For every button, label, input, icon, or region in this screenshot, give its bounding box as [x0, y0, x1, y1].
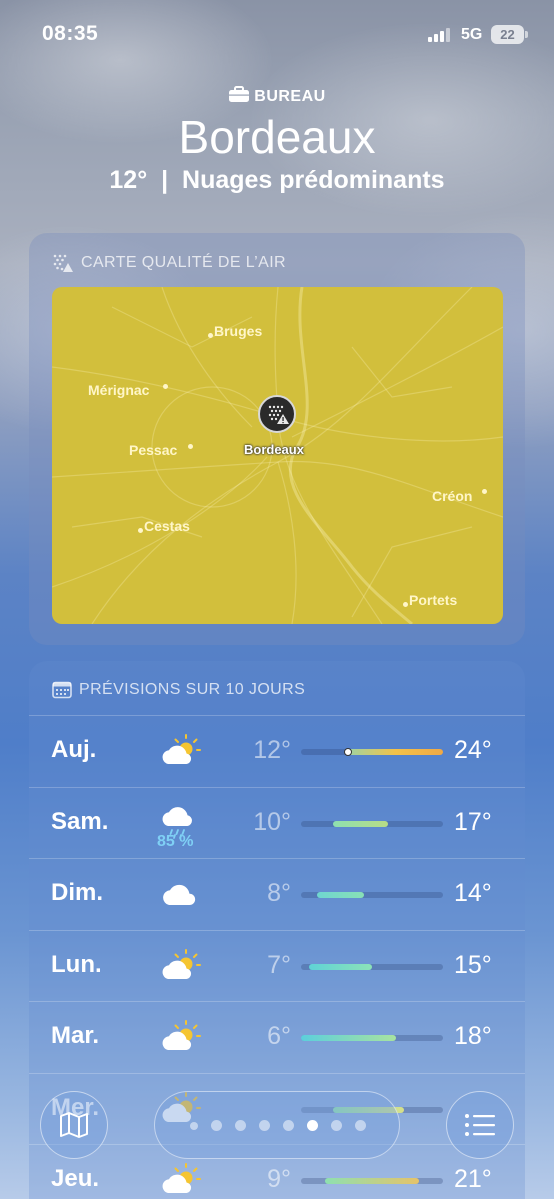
- forecast-title: PRÉVISIONS SUR 10 JOURS: [52, 681, 305, 699]
- forecast-high: 14°: [454, 879, 492, 907]
- temperature-range-fill: [301, 1035, 396, 1041]
- air-quality-pin[interactable]: [258, 395, 296, 433]
- location-tag: BUREAU: [0, 86, 554, 106]
- condition-text: Nuages prédominants: [182, 166, 445, 194]
- location-tag-label: BUREAU: [254, 88, 326, 105]
- battery-icon: 22: [491, 25, 528, 44]
- calendar-icon: [52, 681, 72, 699]
- map-label-pessac[interactable]: Pessac: [129, 442, 177, 458]
- pin-label: Bordeaux: [244, 442, 304, 457]
- temperature-range-fill: [308, 963, 372, 970]
- forecast-low: 10°: [253, 807, 291, 836]
- map-dot-merignac: [163, 384, 168, 389]
- forecast-high: 24°: [454, 736, 492, 764]
- page-dot[interactable]: [331, 1120, 342, 1131]
- map-dot-portets: [403, 602, 408, 607]
- partly-sunny-icon: [159, 1163, 201, 1197]
- conditions-separator: |: [161, 166, 169, 194]
- page-dot[interactable]: [211, 1120, 222, 1131]
- page-dot[interactable]: [259, 1120, 270, 1131]
- map-icon: [60, 1112, 88, 1138]
- forecast-row[interactable]: Dim. 8° 14°: [29, 858, 525, 929]
- partly-sunny-icon: [159, 734, 201, 768]
- air-quality-warning-icon: [268, 405, 289, 424]
- temperature-range-fill: [348, 749, 443, 755]
- page-dot[interactable]: [235, 1120, 246, 1131]
- forecast-day: Lun.: [51, 950, 102, 978]
- temperature-range-fill: [316, 892, 365, 898]
- current-conditions: 12° | Nuages prédominants: [0, 166, 554, 195]
- temperature-range-bar: [301, 963, 443, 970]
- network-type: 5G: [461, 26, 483, 43]
- forecast-high: 21°: [454, 1165, 492, 1193]
- briefcase-icon: [229, 86, 250, 102]
- forecast-low: 12°: [253, 736, 291, 764]
- forecast-day: Dim.: [51, 879, 104, 906]
- forecast-row[interactable]: Sam. 85 % 10° 17°: [29, 786, 525, 858]
- map-dot-bruges: [208, 333, 213, 338]
- air-quality-title-text: CARTE QUALITÉ DE L’AIR: [81, 254, 287, 271]
- map-label-creon[interactable]: Créon: [432, 488, 472, 504]
- forecast-row[interactable]: Mar. 6° 18°: [29, 1001, 525, 1072]
- page-dots: [155, 1120, 401, 1131]
- forecast-low: 6°: [267, 1022, 291, 1050]
- forecast-high: 18°: [454, 1022, 492, 1050]
- forecast-high: 15°: [454, 950, 492, 979]
- map-dot-creon: [482, 489, 487, 494]
- map-label-portets[interactable]: Portets: [409, 592, 457, 608]
- partly-sunny-icon: [159, 1020, 201, 1054]
- cloud-icon: [159, 877, 199, 911]
- page-dot[interactable]: [355, 1120, 366, 1131]
- temperature-range-bar: [301, 1178, 443, 1184]
- temperature-range-bar: [301, 820, 443, 827]
- map-label-bruges[interactable]: Bruges: [214, 323, 262, 339]
- air-quality-icon: [53, 254, 73, 272]
- status-bar: 08:35 5G 22: [0, 0, 554, 70]
- forecast-title-text: PRÉVISIONS SUR 10 JOURS: [79, 681, 306, 698]
- page-dot[interactable]: [190, 1122, 198, 1130]
- forecast-row[interactable]: Auj. 12° 24°: [29, 715, 525, 786]
- page-indicator[interactable]: [154, 1091, 400, 1159]
- city-list-button[interactable]: [446, 1091, 514, 1159]
- temperature-range-fill: [324, 1178, 420, 1184]
- forecast-day: Sam.: [51, 807, 109, 835]
- air-quality-card[interactable]: CARTE QUALITÉ DE L’AIR Bruges Mérignac P…: [29, 233, 525, 645]
- map-dot-pessac: [188, 444, 193, 449]
- temperature-range-bar: [301, 892, 443, 898]
- forecast-low: 8°: [267, 879, 291, 907]
- air-quality-title: CARTE QUALITÉ DE L’AIR: [52, 253, 286, 273]
- page-dot[interactable]: [307, 1120, 318, 1131]
- list-icon: [465, 1114, 495, 1136]
- page-dot[interactable]: [283, 1120, 294, 1131]
- temperature-range-bar: [301, 748, 443, 756]
- forecast-low: 7°: [267, 950, 291, 979]
- signal-icon: [428, 28, 450, 42]
- precipitation-chance: 85 %: [157, 832, 194, 850]
- battery-level: 22: [500, 27, 515, 42]
- air-quality-map[interactable]: Bruges Mérignac Pessac Cestas Créon Port…: [52, 287, 503, 624]
- forecast-day: Mar.: [51, 1022, 100, 1049]
- status-time: 08:35: [42, 22, 99, 45]
- city-name: Bordeaux: [178, 111, 376, 163]
- map-dot-cestas: [138, 528, 143, 533]
- forecast-row[interactable]: Lun. 7° 15°: [29, 929, 525, 1001]
- forecast-low: 9°: [267, 1165, 291, 1193]
- temperature-range-fill: [332, 820, 388, 827]
- map-label-merignac[interactable]: Mérignac: [88, 382, 149, 398]
- partly-sunny-icon: [159, 948, 201, 983]
- map-label-cestas[interactable]: Cestas: [144, 518, 190, 534]
- forecast-day: Jeu.: [51, 1165, 100, 1192]
- current-temperature: 12°: [109, 166, 148, 194]
- forecast-high: 17°: [454, 807, 492, 836]
- temperature-range-bar: [301, 1035, 443, 1041]
- map-button[interactable]: [40, 1091, 108, 1159]
- forecast-day: Auj.: [51, 736, 97, 763]
